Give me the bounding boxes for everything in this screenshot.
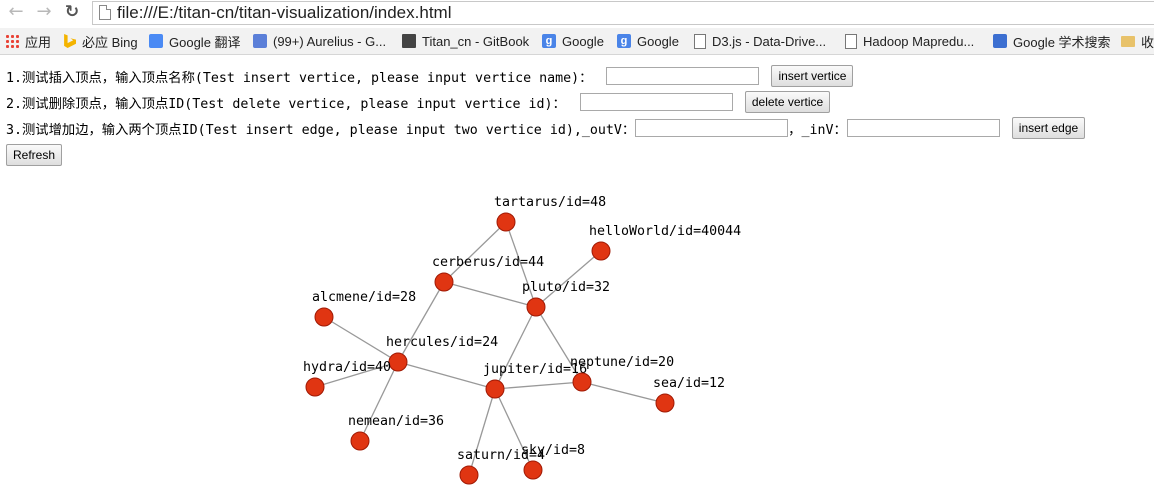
page-icon xyxy=(99,5,111,20)
graph-node-label: sky/id=8 xyxy=(521,443,585,458)
google-scholar-icon xyxy=(993,34,1007,48)
graph-canvas: tartarus/id=48 helloWorld/id=40044 cerberu… xyxy=(303,195,741,485)
bookmark-google-translate[interactable]: Google 翻译 xyxy=(149,28,241,54)
apps-grid-icon xyxy=(5,34,19,48)
inv-input[interactable] xyxy=(846,119,1000,137)
graph-node-label: pluto/id=32 xyxy=(522,280,610,295)
bookmark-apps[interactable]: 应用 xyxy=(5,28,51,54)
insert-vertice-button[interactable]: insert vertice xyxy=(771,65,854,87)
graph-edge xyxy=(535,250,602,308)
graph-node[interactable]: pluto/id=32 xyxy=(522,280,610,317)
bookmark-folder[interactable]: 收 xyxy=(1121,28,1154,54)
graph-node[interactable]: sea/id=12 xyxy=(653,376,725,413)
vertice-id-input[interactable] xyxy=(579,93,733,111)
insert-edge-row: 3.测试增加边，输入两个顶点ID(Test insert edge, pleas… xyxy=(6,116,1086,140)
google-translate-icon xyxy=(149,34,163,48)
graph-node-label: hercules/id=24 xyxy=(386,335,498,350)
graph-edge xyxy=(494,381,583,390)
bookmarks-bar: 应用 必应 Bing Google 翻译 (99+) Aurelius - G.… xyxy=(0,28,1154,55)
bookmark-gitbook[interactable]: Titan_cn - GitBook xyxy=(402,28,529,54)
delete-vertice-label: 2.测试删除顶点，输入顶点ID(Test delete vertice, ple… xyxy=(6,96,566,112)
graph-node-circle[interactable] xyxy=(591,241,611,261)
forward-arrow-icon[interactable]: → xyxy=(34,2,54,22)
outv-label: _outV： xyxy=(581,122,636,138)
chat-icon xyxy=(253,34,267,48)
graph-node-circle[interactable] xyxy=(434,272,454,292)
page-icon xyxy=(845,33,857,49)
graph-node[interactable]: nemean/id=36 xyxy=(348,414,444,451)
graph-node-label: cerberus/id=44 xyxy=(432,255,544,270)
graph-node-circle[interactable] xyxy=(350,431,370,451)
graph-nodes: tartarus/id=48 helloWorld/id=40044 cerberu… xyxy=(303,195,741,485)
folder-icon xyxy=(1121,35,1135,47)
graph-node-circle[interactable] xyxy=(485,379,505,399)
graph-node-circle[interactable] xyxy=(526,297,546,317)
bookmark-google-1[interactable]: g Google xyxy=(542,28,604,54)
url-field[interactable]: file:///E:/titan-cn/titan-visualization/… xyxy=(92,1,1154,25)
insert-edge-button[interactable]: insert edge xyxy=(1011,117,1086,139)
url-text: file:///E:/titan-cn/titan-visualization/… xyxy=(117,3,452,22)
graph-node-circle[interactable] xyxy=(572,372,592,392)
insert-vertice-label: 1.测试插入顶点，输入顶点名称(Test insert vertice, ple… xyxy=(6,70,593,86)
graph-node-circle[interactable] xyxy=(459,465,479,485)
outv-input[interactable] xyxy=(635,119,789,137)
bing-icon xyxy=(64,34,76,48)
bookmark-bing[interactable]: 必应 Bing xyxy=(62,28,138,54)
reload-icon[interactable]: ↻ xyxy=(62,2,82,22)
graph-edge xyxy=(443,221,507,283)
delete-vertice-button[interactable]: delete vertice xyxy=(744,91,831,113)
graph-node-label: helloWorld/id=40044 xyxy=(589,224,741,239)
google-icon: g xyxy=(542,34,556,48)
vertice-name-input[interactable] xyxy=(606,67,760,85)
graph-node-circle[interactable] xyxy=(496,212,516,232)
insert-vertice-row: 1.测试插入顶点，输入顶点名称(Test insert vertice, ple… xyxy=(6,64,854,88)
graph-node-circle[interactable] xyxy=(305,377,325,397)
bookmark-d3js[interactable]: D3.js - Data-Drive... xyxy=(694,28,826,54)
graph-node-label: nemean/id=36 xyxy=(348,414,444,429)
graph-node-label: sea/id=12 xyxy=(653,376,725,391)
graph-node[interactable]: alcmene/id=28 xyxy=(312,290,416,327)
graph-node-circle[interactable] xyxy=(388,352,408,372)
graph-edge xyxy=(397,361,496,390)
graph-node-label: hydra/id=40 xyxy=(303,360,391,375)
bookmark-google-scholar[interactable]: Google 学术搜索 xyxy=(993,28,1111,54)
graph-node-label: alcmene/id=28 xyxy=(312,290,416,305)
gitbook-icon xyxy=(402,34,416,48)
graph-node-circle[interactable] xyxy=(314,307,334,327)
graph-node-label: neptune/id=20 xyxy=(570,355,674,370)
delete-vertice-row: 2.测试删除顶点，输入顶点ID(Test delete vertice, ple… xyxy=(6,90,831,114)
bookmark-aurelius[interactable]: (99+) Aurelius - G... xyxy=(253,28,386,54)
google-icon: g xyxy=(617,34,631,48)
graph-node[interactable]: helloWorld/id=40044 xyxy=(589,224,741,261)
graph-node-circle[interactable] xyxy=(523,460,543,480)
insert-edge-label: 3.测试增加边，输入两个顶点ID(Test insert edge, pleas… xyxy=(6,122,582,138)
back-arrow-icon[interactable]: ← xyxy=(6,2,26,22)
inv-label: ，_inV： xyxy=(788,122,847,138)
graph-node[interactable]: sky/id=8 xyxy=(521,443,585,480)
page-icon xyxy=(694,33,706,49)
graph-node-label: tartarus/id=48 xyxy=(494,195,606,210)
refresh-button[interactable]: Refresh xyxy=(6,144,63,166)
address-bar: ← → ↻ file:///E:/titan-cn/titan-visualiz… xyxy=(0,0,1154,26)
bookmark-hadoop[interactable]: Hadoop Mapredu... xyxy=(845,28,974,54)
graph-node-circle[interactable] xyxy=(655,393,675,413)
bookmark-google-2[interactable]: g Google xyxy=(617,28,679,54)
